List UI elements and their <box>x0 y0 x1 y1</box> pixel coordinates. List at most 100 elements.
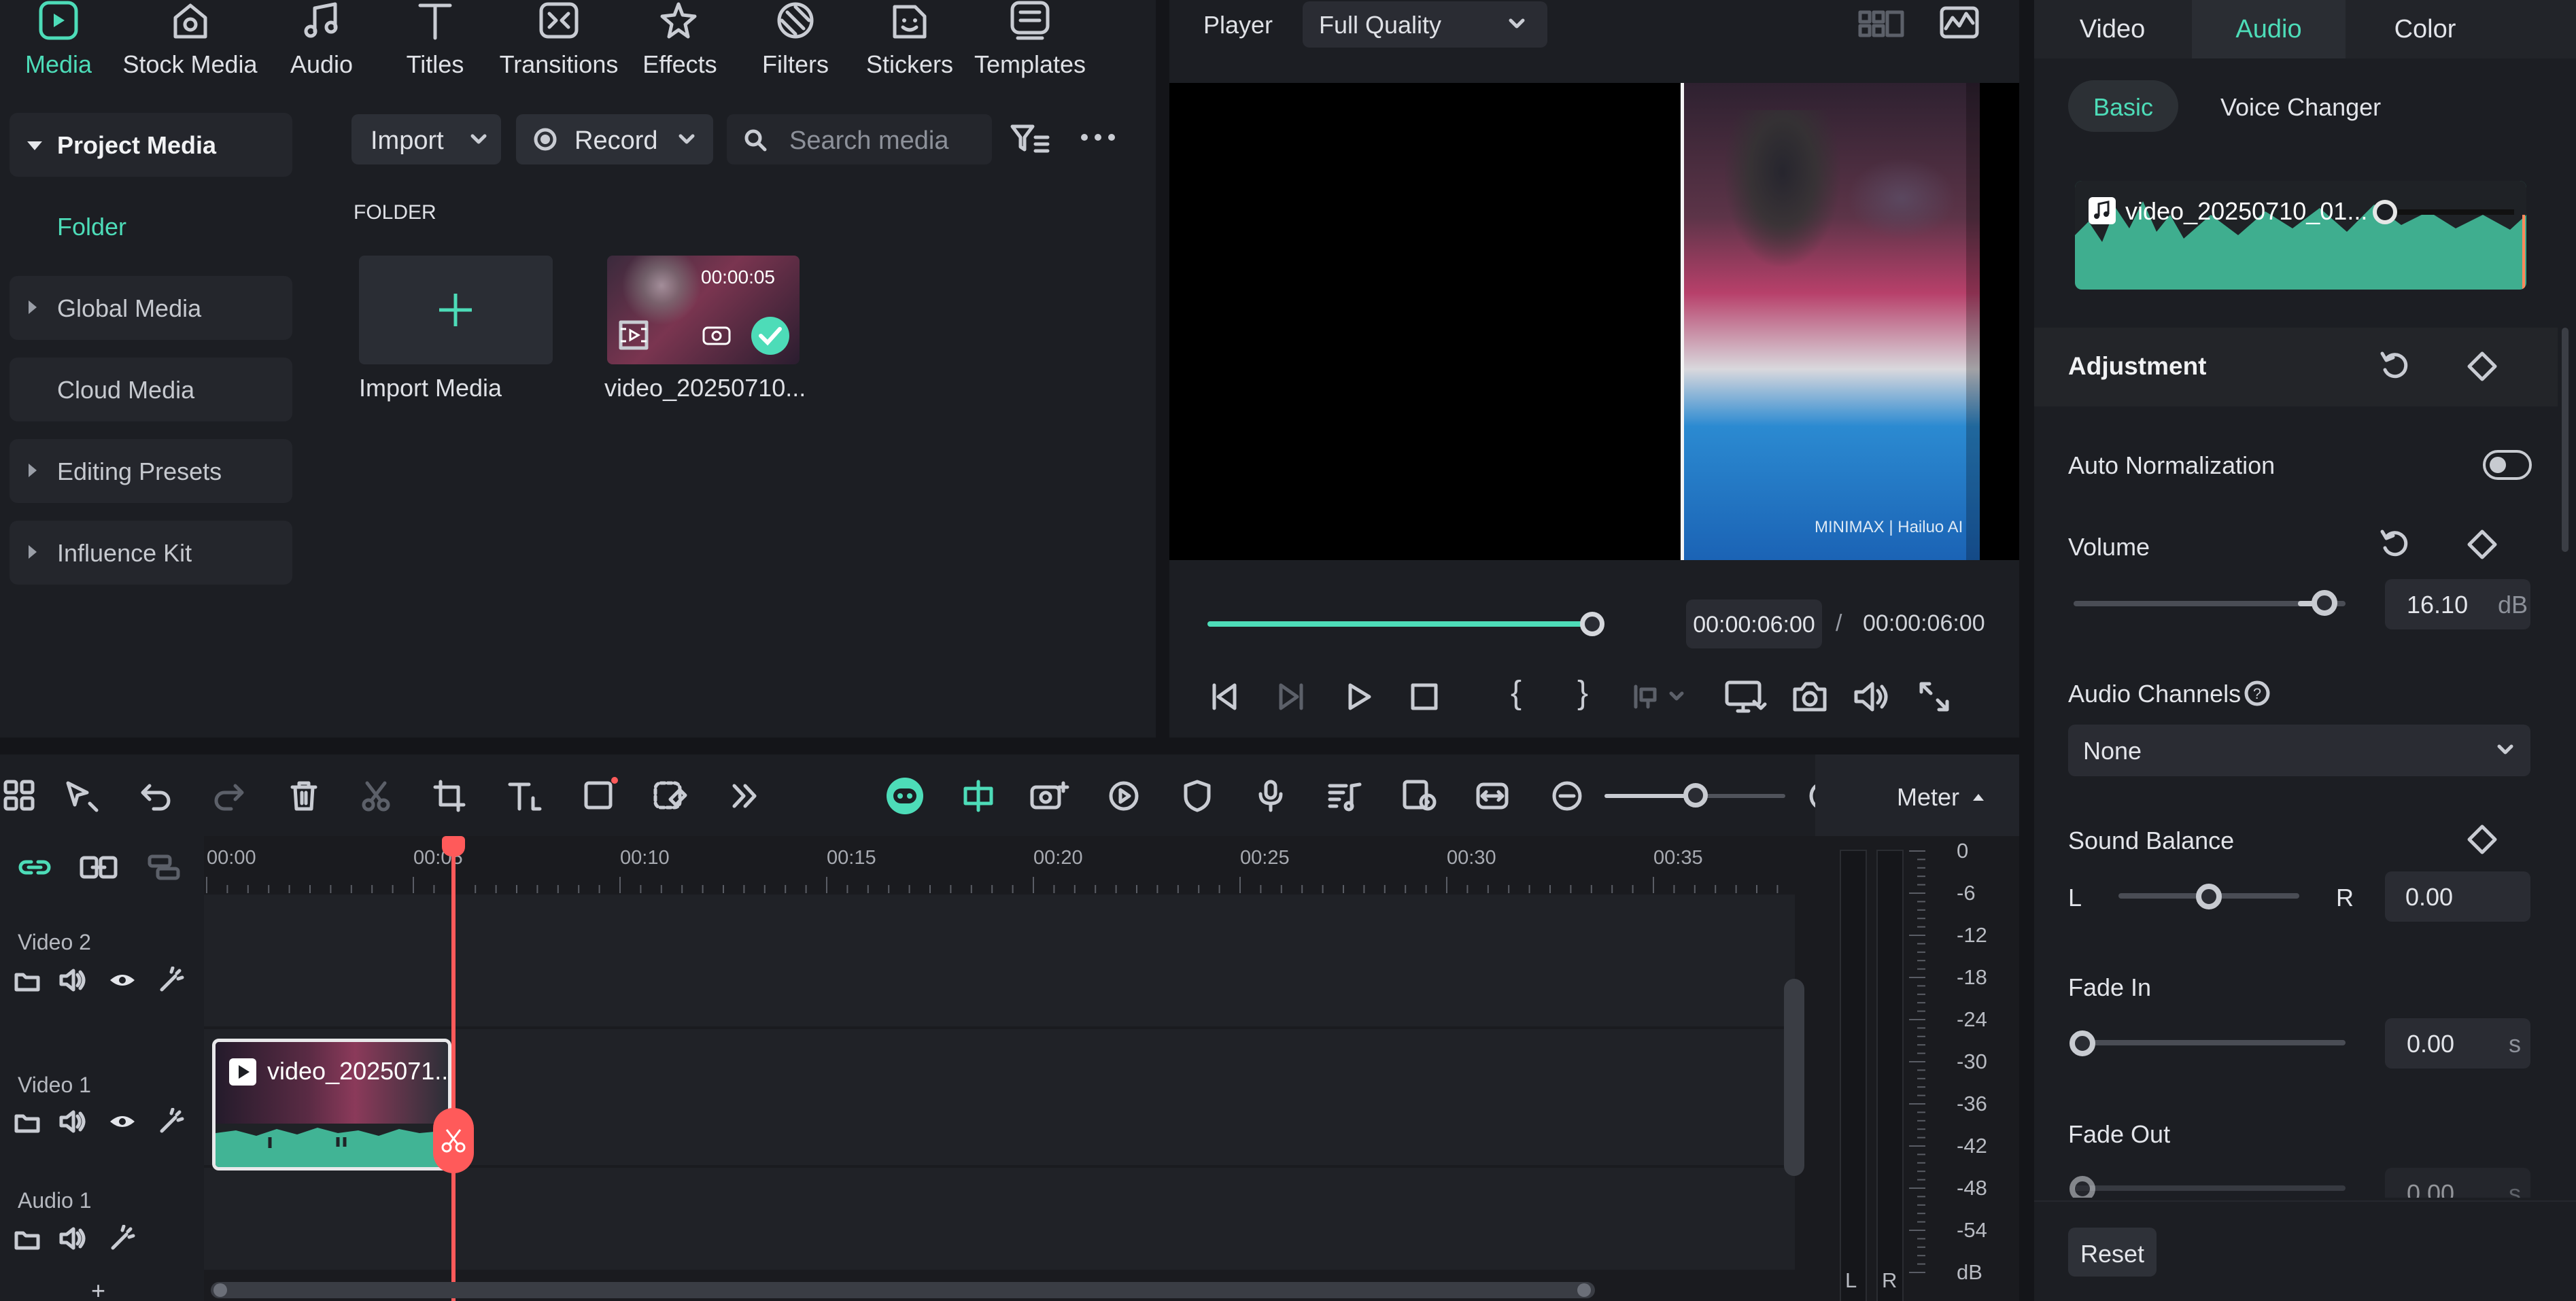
keyframe-diamond-icon[interactable] <box>2465 527 2499 561</box>
keyframe-diamond-icon[interactable] <box>2465 349 2499 383</box>
video-preview[interactable]: MINIMAX | Hailuo AI <box>1169 83 2019 560</box>
timeline[interactable]: 00:00 00:05 00:10 00:15 00:20 00:25 00:30 00:35… <box>0 836 1815 1301</box>
import-media-tile[interactable] <box>359 256 553 364</box>
add-track-button[interactable]: + <box>91 1277 105 1301</box>
meter-header[interactable]: Meter <box>1815 754 2019 836</box>
eye-icon[interactable] <box>107 967 137 994</box>
search-media-field[interactable]: Search media <box>727 114 992 164</box>
folder-lock-icon[interactable] <box>14 1225 41 1252</box>
progress-handle[interactable] <box>1580 612 1604 636</box>
tab-video[interactable]: Video <box>2034 0 2191 58</box>
zoom-out-icon[interactable] <box>1550 779 1584 813</box>
sidebar-item-editing-presets[interactable]: Editing Presets <box>10 439 292 503</box>
waveform-scope-icon[interactable] <box>1939 5 1980 39</box>
insert-clip-icon[interactable] <box>1632 680 1693 714</box>
sidebar-item-folder[interactable]: Folder <box>10 194 292 258</box>
fullscreen-icon[interactable] <box>1917 680 1951 714</box>
folder-lock-icon[interactable] <box>14 967 41 994</box>
tab-effects[interactable]: Effects <box>632 0 727 95</box>
fade-in-field[interactable]: 0.00 s <box>2385 1018 2530 1069</box>
speed-ramp-icon[interactable] <box>1107 779 1141 813</box>
help-question-icon[interactable]: ? <box>2244 680 2271 707</box>
auto-normalization-toggle[interactable] <box>2483 450 2532 480</box>
sidebar-item-influence-kit[interactable]: Influence Kit <box>10 521 292 585</box>
next-frame-icon[interactable] <box>1274 680 1308 714</box>
fade-in-handle[interactable] <box>2070 1030 2095 1056</box>
sidebar-item-project-media[interactable]: Project Media <box>10 113 292 177</box>
shape-icon[interactable] <box>582 775 620 813</box>
play-icon[interactable] <box>1342 680 1376 714</box>
sound-balance-handle[interactable] <box>2196 884 2222 909</box>
tab-stock-media[interactable]: Stock Media <box>117 0 263 95</box>
timeline-vertical-scrollbar[interactable] <box>1784 979 1804 1176</box>
subtab-voice-changer[interactable]: Voice Changer <box>2204 80 2408 132</box>
playhead-split-button[interactable] <box>433 1108 474 1173</box>
sidebar-item-global-media[interactable]: Global Media <box>10 276 292 340</box>
layout-grid-icon[interactable] <box>3 779 37 813</box>
fade-out-handle[interactable] <box>2070 1176 2095 1198</box>
folder-lock-icon[interactable] <box>14 1108 41 1135</box>
magic-wand-icon[interactable] <box>156 967 186 994</box>
record-button[interactable]: Record <box>516 114 713 164</box>
mark-in-icon[interactable]: { <box>1511 674 1522 712</box>
sound-balance-field[interactable]: 0.00 <box>2385 871 2530 922</box>
keyframe-diamond-icon[interactable] <box>2465 822 2499 856</box>
microphone-icon[interactable] <box>1254 779 1288 813</box>
tab-color[interactable]: Color <box>2347 0 2503 58</box>
fade-out-field[interactable]: 0.00 s <box>2385 1168 2530 1198</box>
tab-audio-properties[interactable]: Audio <box>2192 0 2346 58</box>
speaker-icon[interactable] <box>58 1225 88 1252</box>
playhead[interactable] <box>451 836 456 1301</box>
media-clip-thumbnail[interactable]: 00:00:05 <box>607 256 800 364</box>
filter-sort-icon[interactable] <box>1010 122 1050 156</box>
previous-frame-icon[interactable] <box>1207 680 1241 714</box>
tab-media[interactable]: Media <box>0 0 117 95</box>
track-lane-video-2[interactable] <box>204 895 1795 1026</box>
speaker-icon[interactable] <box>58 1108 88 1135</box>
tab-templates[interactable]: Templates <box>965 0 1095 95</box>
tab-audio[interactable]: Audio <box>272 0 371 95</box>
auto-camera-icon[interactable] <box>1029 779 1070 813</box>
quality-select[interactable]: Full Quality <box>1303 1 1547 48</box>
volume-slider[interactable] <box>2074 601 2346 606</box>
display-settings-icon[interactable] <box>1724 678 1768 715</box>
snap-magnet-icon[interactable] <box>960 779 997 813</box>
text-icon[interactable] <box>506 779 544 813</box>
eye-icon[interactable] <box>107 1108 137 1135</box>
timeline-horizontal-scrollbar[interactable] <box>211 1282 1595 1298</box>
mark-out-icon[interactable]: } <box>1577 674 1588 712</box>
magic-wand-icon[interactable] <box>107 1225 137 1252</box>
volume-icon[interactable] <box>1852 678 1893 715</box>
tab-stickers[interactable]: Stickers <box>862 0 957 95</box>
tab-titles[interactable]: Titles <box>388 0 483 95</box>
fade-out-slider[interactable] <box>2074 1185 2346 1191</box>
playback-progress[interactable] <box>1207 612 1604 636</box>
grid-view-icon[interactable] <box>1857 7 1905 41</box>
ai-eraser-icon[interactable] <box>653 779 691 813</box>
scroll-handle-left[interactable] <box>213 1283 227 1297</box>
fade-in-slider[interactable] <box>2074 1040 2346 1045</box>
audio-channels-select[interactable]: None <box>2068 725 2530 776</box>
tab-filters[interactable]: Filters <box>748 0 843 95</box>
zoom-slider-handle[interactable] <box>1683 783 1708 808</box>
crop-icon[interactable] <box>432 779 466 813</box>
timeline-clip[interactable]: video_2025071... <box>212 1039 451 1170</box>
audio-mix-icon[interactable] <box>1326 779 1364 813</box>
select-arrow-icon[interactable] <box>63 779 101 813</box>
scroll-handle-right[interactable] <box>1577 1283 1591 1297</box>
preview-render-icon[interactable] <box>1401 779 1439 813</box>
subtab-basic[interactable]: Basic <box>2068 80 2178 132</box>
more-options-icon[interactable] <box>1078 129 1118 145</box>
marker-shield-icon[interactable] <box>1180 779 1214 813</box>
reset-icon[interactable] <box>2378 527 2412 561</box>
redo-icon[interactable] <box>212 779 246 813</box>
clip-volume-handle[interactable] <box>2373 200 2397 224</box>
snapshot-camera-icon[interactable] <box>1791 678 1829 715</box>
search-input[interactable]: Search media <box>789 126 948 156</box>
add-track-link-icon[interactable] <box>79 854 118 881</box>
reset-icon[interactable] <box>2378 349 2412 383</box>
fit-timeline-icon[interactable] <box>1475 779 1509 813</box>
panel-scrollbar[interactable] <box>2562 328 2569 552</box>
split-scissors-icon[interactable] <box>359 779 393 813</box>
track-lane-audio-1[interactable] <box>204 1168 1795 1270</box>
